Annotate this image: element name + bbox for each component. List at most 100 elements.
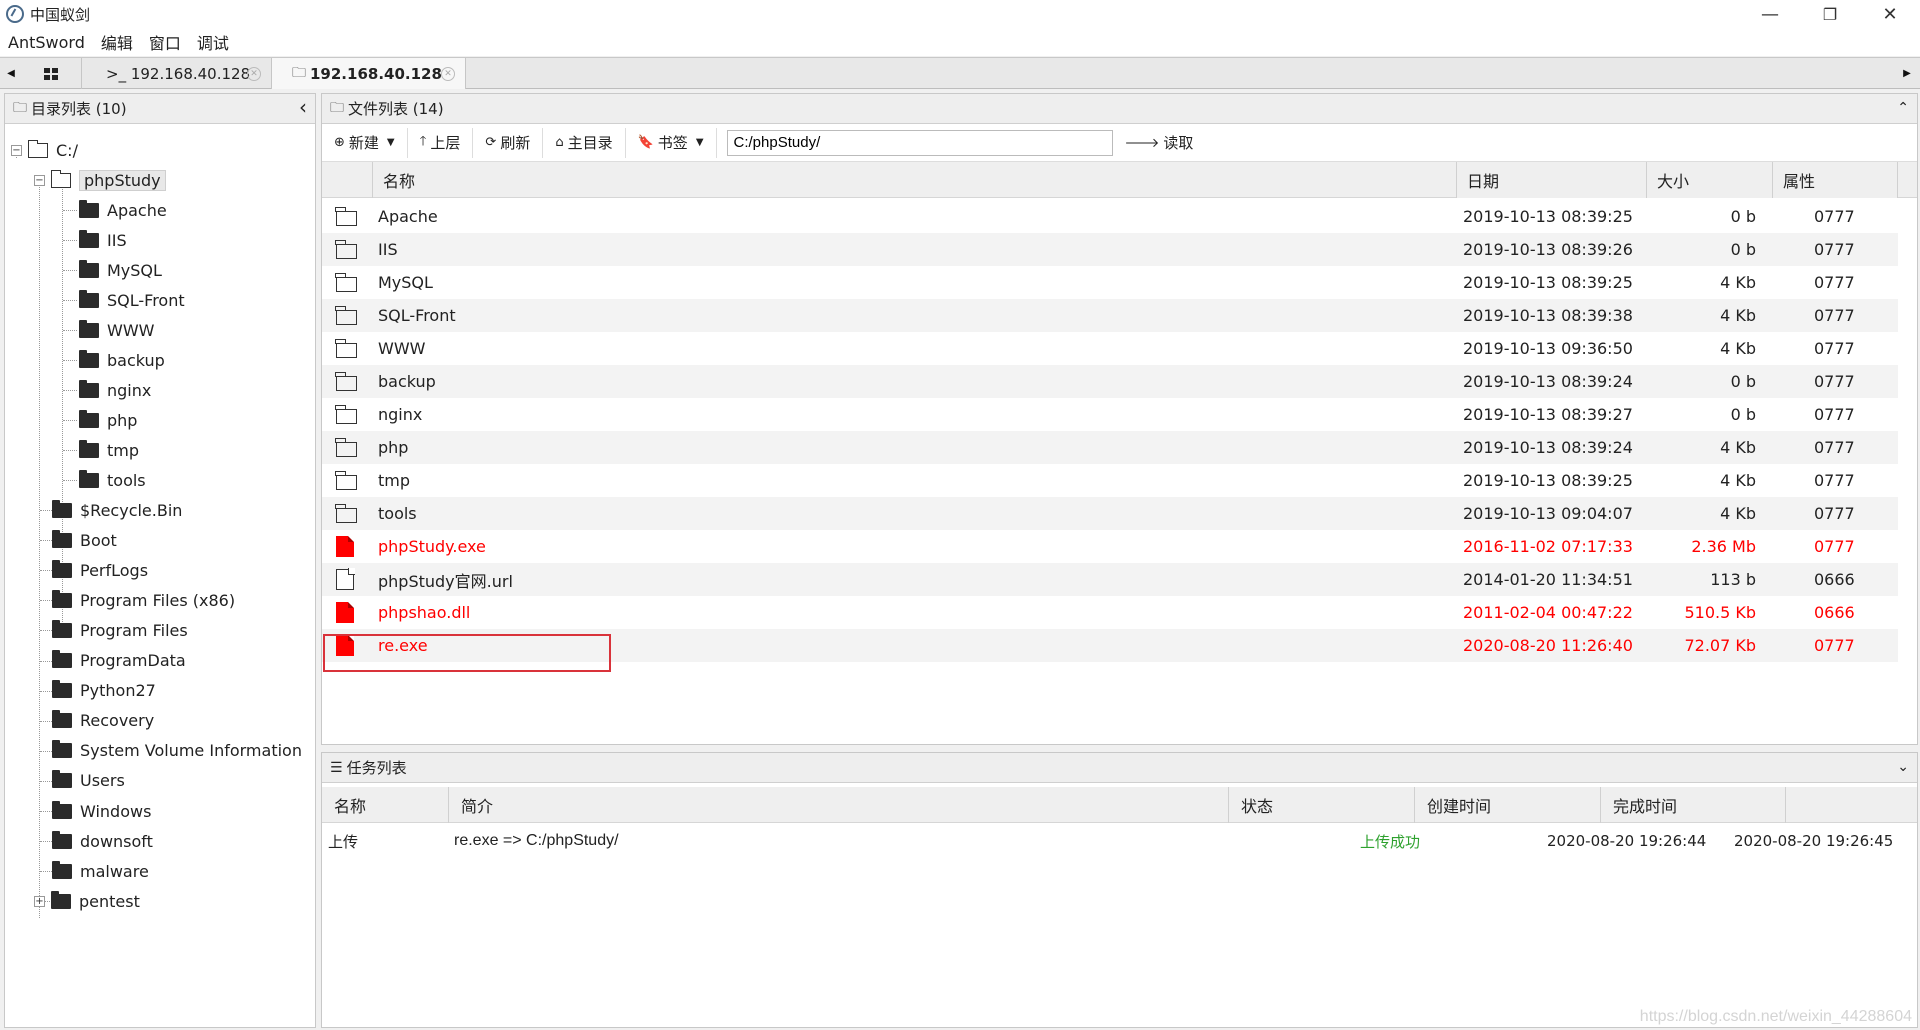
tree-item[interactable]: Python27: [52, 679, 156, 703]
folder-icon: [52, 860, 72, 879]
file-row[interactable]: phpStudy.exe 2016-11-02 07:17:33 2.36 Mb 07…: [322, 530, 1898, 563]
tree-item[interactable]: php: [79, 408, 137, 432]
tab-scroll-right[interactable]: ▶: [1900, 58, 1914, 89]
minimize-button[interactable]: —: [1740, 0, 1800, 28]
refresh-button[interactable]: ⟳ 刷新: [473, 127, 544, 158]
file-row[interactable]: tmp 2019-10-13 08:39:25 4 Kb 0777: [322, 464, 1898, 497]
tree-item[interactable]: + pentest: [34, 889, 140, 913]
tree-item[interactable]: PerfLogs: [52, 558, 148, 582]
tree-item[interactable]: $Recycle.Bin: [52, 498, 182, 522]
file-row[interactable]: phpStudy官网.url 2014-01-20 11:34:51 113 b 06…: [322, 563, 1898, 596]
tree-item[interactable]: Recovery: [52, 709, 154, 733]
file-row[interactable]: nginx 2019-10-13 08:39:27 0 b 0777: [322, 398, 1898, 431]
tree-item[interactable]: tmp: [79, 438, 139, 462]
tree-item[interactable]: Boot: [52, 528, 117, 552]
menu-window[interactable]: 窗口: [141, 30, 189, 54]
tree-item[interactable]: Apache: [79, 198, 167, 222]
tree-item-label: Program Files (x86): [80, 590, 236, 610]
path-input[interactable]: [726, 129, 1113, 156]
folder-icon: [335, 405, 357, 424]
tree-item-label: downsoft: [80, 831, 153, 851]
tree-item[interactable]: IIS: [79, 228, 127, 252]
tree-item[interactable]: Program Files (x86): [52, 588, 235, 612]
tab-files-close-icon[interactable]: ✕: [441, 66, 455, 81]
tree-item[interactable]: backup: [79, 348, 165, 372]
tree-item[interactable]: System Volume Information: [52, 739, 302, 763]
tree-item[interactable]: SQL-Front: [79, 288, 185, 312]
column-task-finished[interactable]: 完成时间: [1600, 787, 1786, 823]
tree-item[interactable]: ProgramData: [52, 649, 186, 673]
column-task-status[interactable]: 状态: [1228, 787, 1414, 823]
file-row[interactable]: tools 2019-10-13 09:04:07 4 Kb 0777: [322, 497, 1898, 530]
file-row[interactable]: SQL-Front 2019-10-13 08:39:38 4 Kb 0777: [322, 299, 1898, 332]
file-name: Apache: [378, 207, 438, 226]
file-row[interactable]: phpshao.dll 2011-02-04 00:47:22 510.5 Kb 06…: [322, 596, 1898, 629]
refresh-icon: ⟳: [485, 135, 497, 150]
tree-item[interactable]: WWW: [79, 318, 154, 342]
file-name: nginx: [378, 405, 423, 424]
folder-icon: [52, 619, 72, 638]
file-size: 4 Kb: [1720, 504, 1756, 523]
column-task-name[interactable]: 名称: [322, 787, 448, 823]
tree-root[interactable]: − C:/: [11, 138, 78, 162]
restore-button[interactable]: ❐: [1800, 0, 1860, 28]
tab-files[interactable]: 🗀 192.168.40.128 ✕: [272, 58, 466, 89]
home-button[interactable]: ⌂ 主目录: [543, 127, 626, 158]
tab-terminal-close-icon[interactable]: ✕: [247, 66, 261, 81]
file-row[interactable]: IIS 2019-10-13 08:39:26 0 b 0777: [322, 233, 1898, 266]
tree-item-phpstudy[interactable]: − phpStudy: [34, 168, 166, 192]
task-row[interactable]: 上传 re.exe => C:/phpStudy/ 上传成功 2020-08-2…: [322, 825, 1917, 857]
file-size: 4 Kb: [1720, 339, 1756, 358]
close-button[interactable]: ✕: [1860, 0, 1920, 28]
folder-icon: [52, 800, 72, 819]
file-row[interactable]: Apache 2019-10-13 08:39:25 0 b 0777: [322, 200, 1898, 233]
column-task-desc[interactable]: 简介: [448, 787, 1228, 823]
tree-item[interactable]: Users: [52, 769, 125, 793]
file-attr: 0666: [1814, 570, 1855, 589]
file-date: 2016-11-02 07:17:33: [1463, 537, 1633, 556]
file-attr: 0777: [1814, 537, 1855, 556]
expand-icon[interactable]: +: [34, 895, 45, 907]
file-row[interactable]: MySQL 2019-10-13 08:39:25 4 Kb 0777: [322, 266, 1898, 299]
file-row[interactable]: WWW 2019-10-13 09:36:50 4 Kb 0777: [322, 332, 1898, 365]
bookmark-button[interactable]: 🔖 书签 ▼: [626, 127, 717, 158]
tree-item[interactable]: MySQL: [79, 258, 162, 282]
collapse-icon[interactable]: −: [34, 174, 45, 186]
folder-icon: [52, 740, 72, 759]
read-button[interactable]: 🡒 读取: [1113, 128, 1206, 158]
file-attr: 0777: [1814, 273, 1855, 292]
tree-item[interactable]: nginx: [79, 378, 151, 402]
menu-debug[interactable]: 调试: [189, 30, 237, 54]
file-date: 2011-02-04 00:47:22: [1463, 603, 1633, 622]
file-size: 72.07 Kb: [1684, 636, 1756, 655]
column-task-created[interactable]: 创建时间: [1414, 787, 1600, 823]
tree-item-label: pentest: [79, 891, 140, 911]
tab-terminal[interactable]: >_ 192.168.40.128 ✕: [82, 58, 272, 89]
column-size[interactable]: 大小: [1646, 162, 1772, 198]
collapse-up-icon[interactable]: ⌃: [1897, 100, 1909, 116]
tab-home[interactable]: [20, 58, 82, 89]
tree-item[interactable]: Program Files: [52, 618, 188, 642]
new-button[interactable]: ⊕ 新建 ▼: [322, 127, 408, 158]
tree-item[interactable]: tools: [79, 468, 146, 492]
caret-down-icon: ▼: [386, 137, 395, 148]
menu-edit[interactable]: 编辑: [93, 30, 141, 54]
tree-item-label: tmp: [107, 440, 140, 460]
collapse-left-icon[interactable]: ‹: [299, 95, 307, 119]
tree-item[interactable]: downsoft: [52, 829, 153, 853]
column-date[interactable]: 日期: [1456, 162, 1646, 198]
collapse-down-icon[interactable]: ⌄: [1897, 759, 1909, 775]
folder-icon: [335, 240, 357, 259]
file-row[interactable]: php 2019-10-13 08:39:24 4 Kb 0777: [322, 431, 1898, 464]
task-grid-header: 名称 简介 状态 创建时间 完成时间: [322, 787, 1917, 823]
menu-antsword[interactable]: AntSword: [0, 33, 93, 52]
collapse-icon[interactable]: −: [11, 144, 22, 156]
file-row[interactable]: backup 2019-10-13 08:39:24 0 b 0777: [322, 365, 1898, 398]
tab-scroll-left[interactable]: ◀: [4, 58, 18, 89]
tree-item-label: ProgramData: [80, 651, 186, 670]
up-button[interactable]: 🡑 上层: [408, 127, 474, 158]
tree-item[interactable]: Windows: [52, 799, 151, 823]
tree-item[interactable]: malware: [52, 859, 149, 883]
task-created: 2020-08-20 19:26:44: [1547, 832, 1707, 850]
column-attr[interactable]: 属性: [1772, 162, 1898, 198]
